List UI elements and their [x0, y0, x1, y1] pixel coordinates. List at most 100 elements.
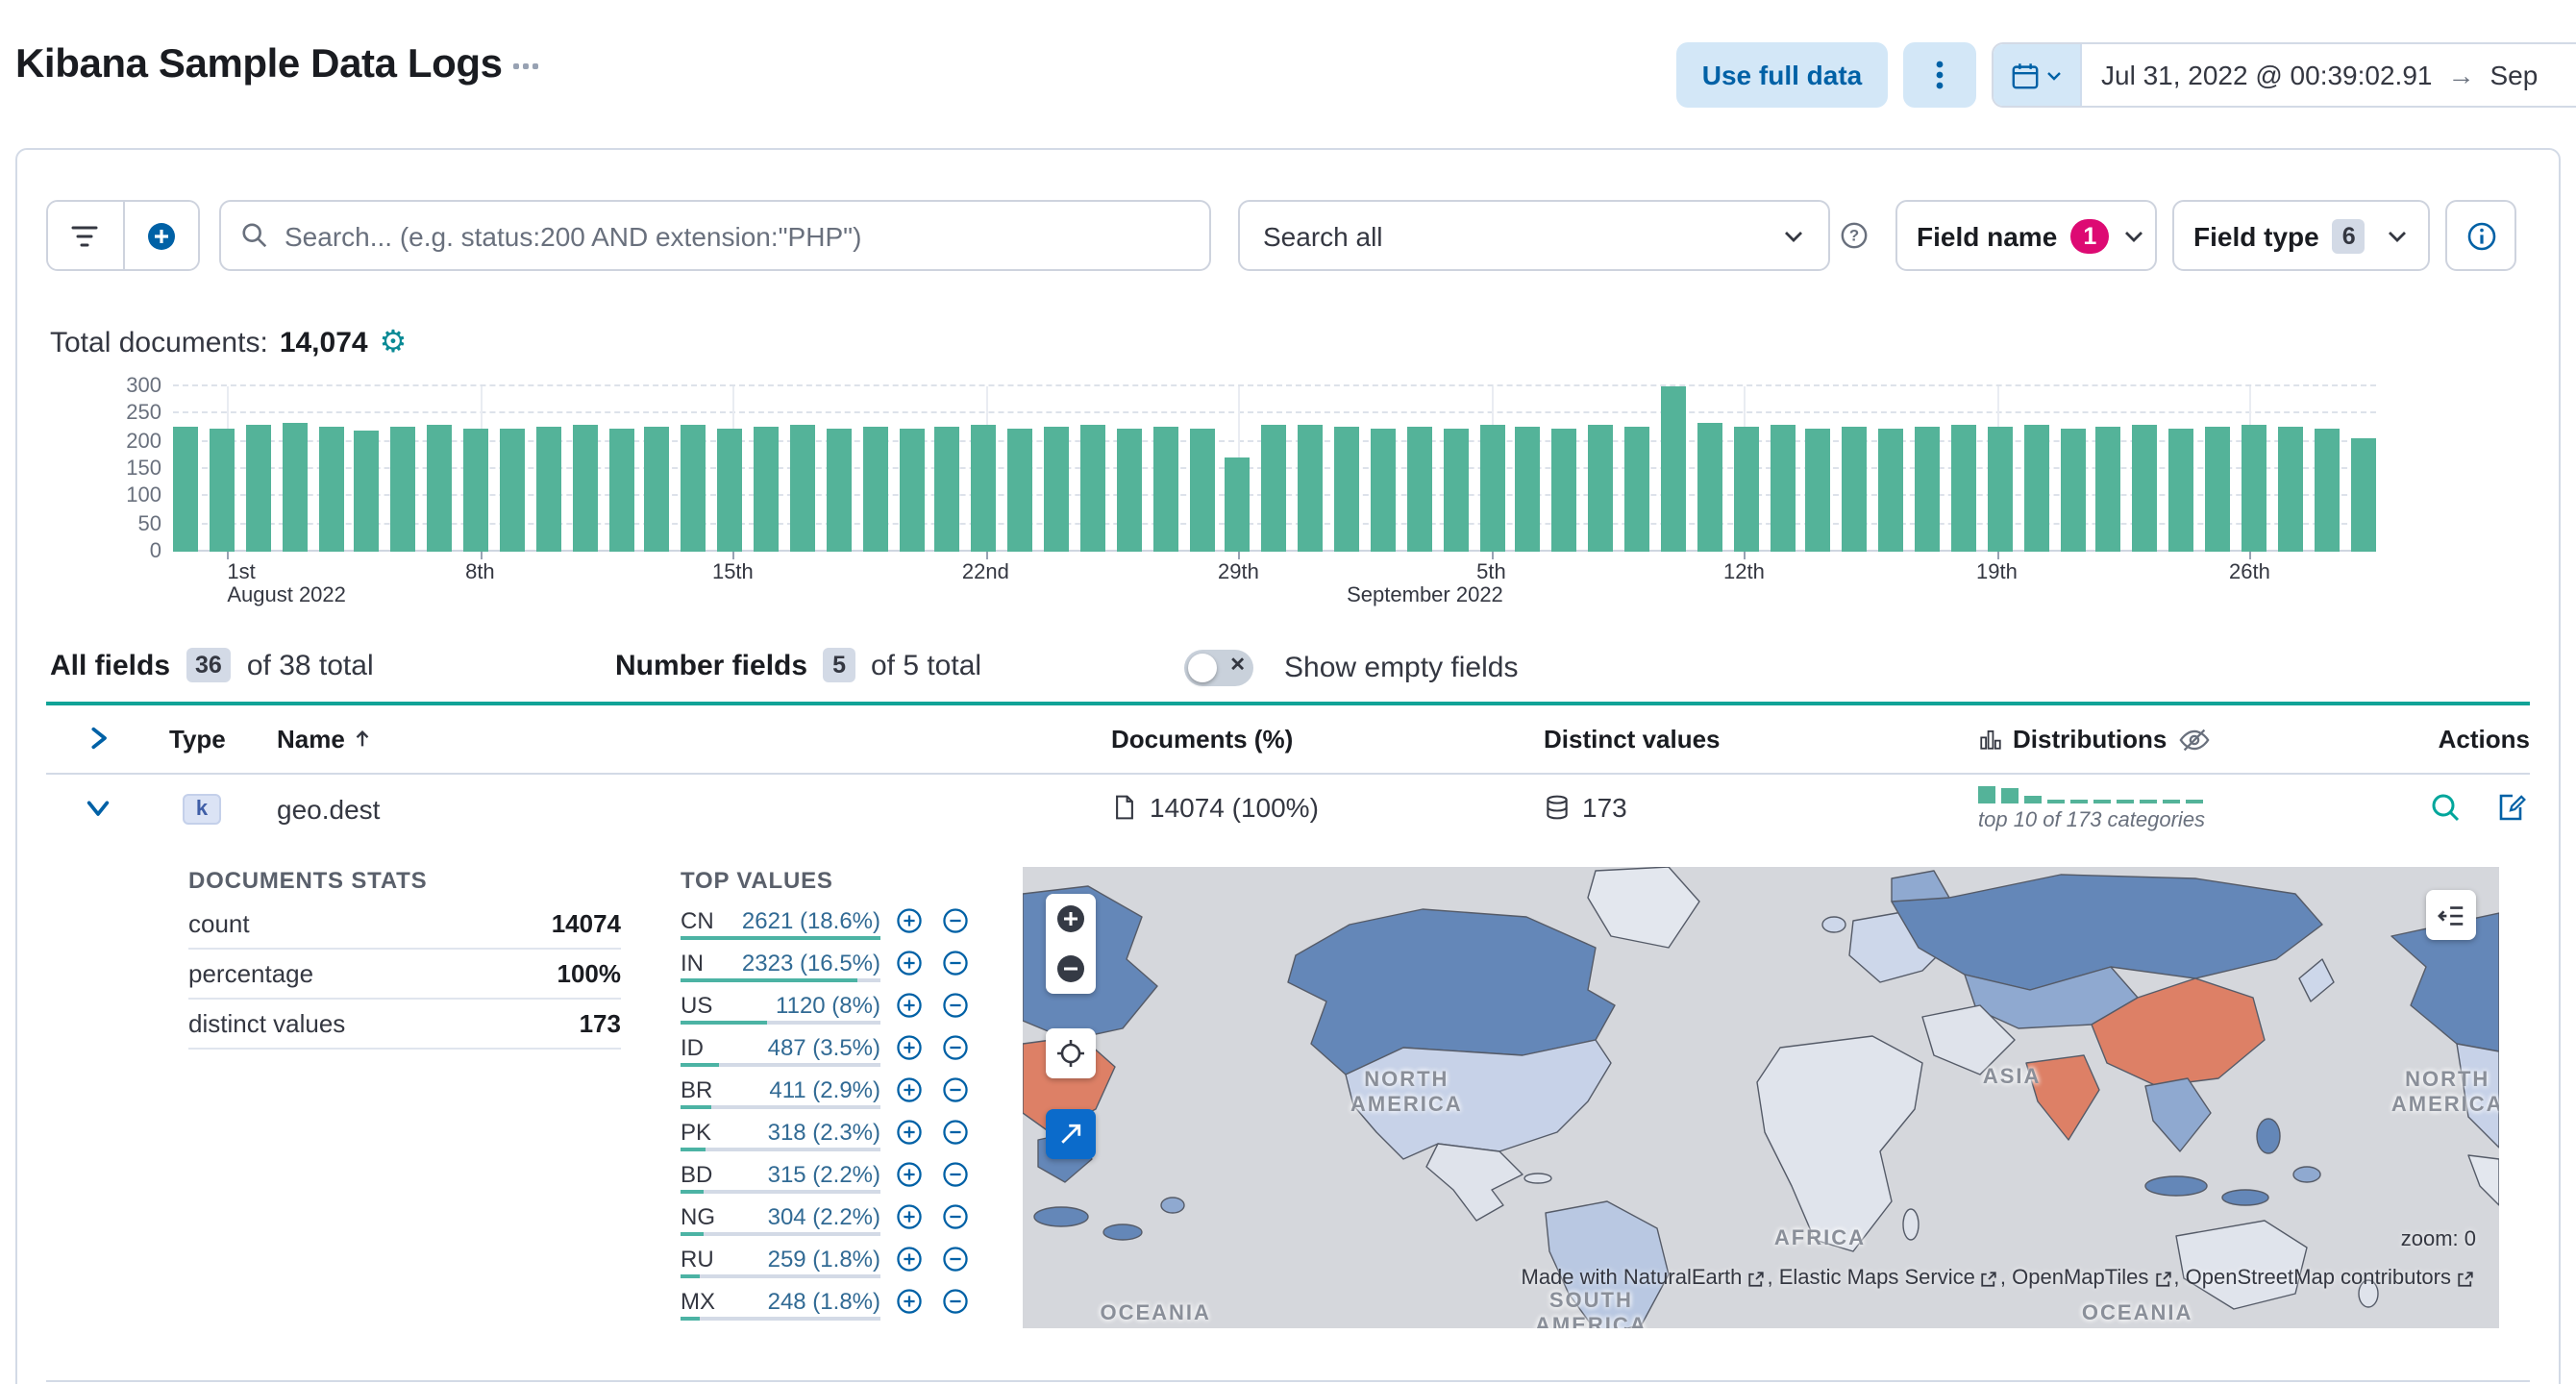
- use-full-data-button[interactable]: Use full data: [1676, 42, 1888, 108]
- column-header-type[interactable]: Type: [169, 725, 226, 754]
- chart-bar[interactable]: [1770, 425, 1795, 552]
- filter-out-value-button[interactable]: [942, 1119, 969, 1146]
- filter-out-value-button[interactable]: [942, 1246, 969, 1273]
- chart-bar[interactable]: [644, 426, 670, 552]
- map-legend-toggle-button[interactable]: [2426, 890, 2476, 940]
- expand-all-button[interactable]: [85, 725, 111, 752]
- chart-bar[interactable]: [2241, 424, 2266, 552]
- chart-bar[interactable]: [754, 427, 779, 552]
- chart-bar[interactable]: [2205, 426, 2230, 552]
- chart-bar[interactable]: [899, 429, 924, 552]
- filter-for-value-button[interactable]: [896, 992, 923, 1019]
- chart-bar[interactable]: [2168, 428, 2194, 552]
- date-range-start[interactable]: Jul 31, 2022 @ 00:39:02.91: [2101, 60, 2432, 90]
- search-input[interactable]: [285, 220, 1190, 251]
- filter-out-value-button[interactable]: [942, 992, 969, 1019]
- attribution-link[interactable]: NaturalEarth: [1623, 1267, 1743, 1290]
- chart-bar[interactable]: [1152, 426, 1178, 552]
- chart-bar[interactable]: [318, 427, 343, 552]
- chart-bar[interactable]: [1044, 427, 1069, 552]
- chart-bar[interactable]: [427, 425, 453, 552]
- chart-bar[interactable]: [2314, 429, 2340, 552]
- chart-bar[interactable]: [1479, 425, 1504, 552]
- hide-distributions-button[interactable]: [2178, 727, 2211, 754]
- chart-bar[interactable]: [2350, 438, 2375, 552]
- filter-for-value-button[interactable]: [896, 950, 923, 976]
- map-zoom-in-button[interactable]: [1046, 894, 1096, 944]
- chart-bar[interactable]: [245, 425, 271, 552]
- show-empty-fields-toggle[interactable]: ✕: [1184, 650, 1253, 686]
- chart-bar[interactable]: [2023, 425, 2049, 552]
- chart-bar[interactable]: [1805, 428, 1831, 552]
- chart-bar[interactable]: [1406, 426, 1432, 552]
- chart-bar[interactable]: [1007, 428, 1033, 552]
- chart-bar[interactable]: [499, 429, 525, 552]
- filter-for-value-button[interactable]: [896, 1161, 923, 1188]
- chart-bar[interactable]: [1624, 427, 1649, 552]
- filter-out-value-button[interactable]: [942, 907, 969, 934]
- date-range-end[interactable]: Sep: [2489, 60, 2538, 90]
- chart-bar[interactable]: [1660, 386, 1686, 552]
- vertical-dots-button[interactable]: [1903, 42, 1976, 108]
- chart-bar[interactable]: [862, 426, 888, 552]
- chart-bar[interactable]: [608, 428, 633, 552]
- chart-bar[interactable]: [1950, 424, 1976, 552]
- filter-out-value-button[interactable]: [942, 1161, 969, 1188]
- chart-bar[interactable]: [1551, 428, 1577, 552]
- chart-bar[interactable]: [1987, 427, 2013, 552]
- chart-bar[interactable]: [1878, 429, 1904, 552]
- title-options-icon[interactable]: [513, 62, 539, 68]
- chart-bar[interactable]: [1588, 425, 1614, 552]
- chart-bar[interactable]: [173, 426, 198, 552]
- chart-settings-gear-icon[interactable]: ⚙: [380, 327, 408, 358]
- chart-bar[interactable]: [1116, 429, 1142, 552]
- search-scope-select[interactable]: Search all: [1238, 200, 1830, 271]
- chart-bar[interactable]: [390, 426, 416, 552]
- filter-for-value-button[interactable]: [896, 1288, 923, 1315]
- chart-bar[interactable]: [463, 428, 488, 552]
- map-expand-button[interactable]: [1046, 1109, 1096, 1159]
- filter-for-value-button[interactable]: [896, 1034, 923, 1061]
- filter-out-value-button[interactable]: [942, 1203, 969, 1230]
- explore-in-lens-button[interactable]: [2430, 792, 2461, 823]
- collapse-row-button[interactable]: [85, 794, 111, 821]
- filter-for-value-button[interactable]: [896, 1203, 923, 1230]
- attribution-link[interactable]: OpenStreetMap contributors: [2186, 1267, 2451, 1290]
- map-fit-to-data-button[interactable]: [1046, 1028, 1096, 1078]
- chart-bar[interactable]: [1261, 425, 1287, 552]
- chart-bar[interactable]: [354, 430, 380, 552]
- chart-bar[interactable]: [1079, 425, 1105, 552]
- info-button[interactable]: [2445, 200, 2516, 271]
- column-header-distinct[interactable]: Distinct values: [1544, 725, 1721, 754]
- attribution-link[interactable]: Elastic Maps Service: [1779, 1267, 1975, 1290]
- chart-bar[interactable]: [1443, 428, 1469, 552]
- edit-field-button[interactable]: [2495, 792, 2526, 823]
- filter-out-value-button[interactable]: [942, 1034, 969, 1061]
- column-header-documents[interactable]: Documents (%): [1111, 725, 1293, 754]
- chart-bar[interactable]: [2132, 425, 2158, 552]
- chart-bar[interactable]: [826, 428, 852, 552]
- chart-bar[interactable]: [1370, 429, 1396, 552]
- chart-bar[interactable]: [971, 425, 997, 552]
- chart-bar[interactable]: [282, 422, 308, 552]
- chart-bar[interactable]: [1915, 426, 1940, 552]
- chart-bar[interactable]: [2277, 427, 2303, 552]
- add-filter-button[interactable]: [124, 202, 198, 269]
- date-quick-select-button[interactable]: [1994, 44, 2082, 106]
- attribution-link[interactable]: OpenMapTiles: [2012, 1267, 2148, 1290]
- field-name-filter-button[interactable]: Field name 1: [1895, 200, 2157, 271]
- chart-bar[interactable]: [717, 429, 743, 552]
- map-zoom-out-button[interactable]: [1046, 944, 1096, 994]
- column-header-name[interactable]: Name: [277, 725, 374, 754]
- choropleth-map[interactable]: NORTH AMERICA NORTH AMERICA ASIA AFRICA SOUT…: [1023, 867, 2499, 1328]
- chart-bar[interactable]: [1225, 457, 1251, 552]
- chart-bar[interactable]: [1334, 427, 1359, 552]
- chart-bar[interactable]: [681, 425, 706, 552]
- chart-bar[interactable]: [789, 424, 815, 552]
- chart-bar[interactable]: [934, 426, 960, 552]
- filter-for-value-button[interactable]: [896, 907, 923, 934]
- chart-bar[interactable]: [2095, 426, 2121, 552]
- filter-for-value-button[interactable]: [896, 1246, 923, 1273]
- chart-bar[interactable]: [209, 428, 235, 552]
- filter-for-value-button[interactable]: [896, 1076, 923, 1103]
